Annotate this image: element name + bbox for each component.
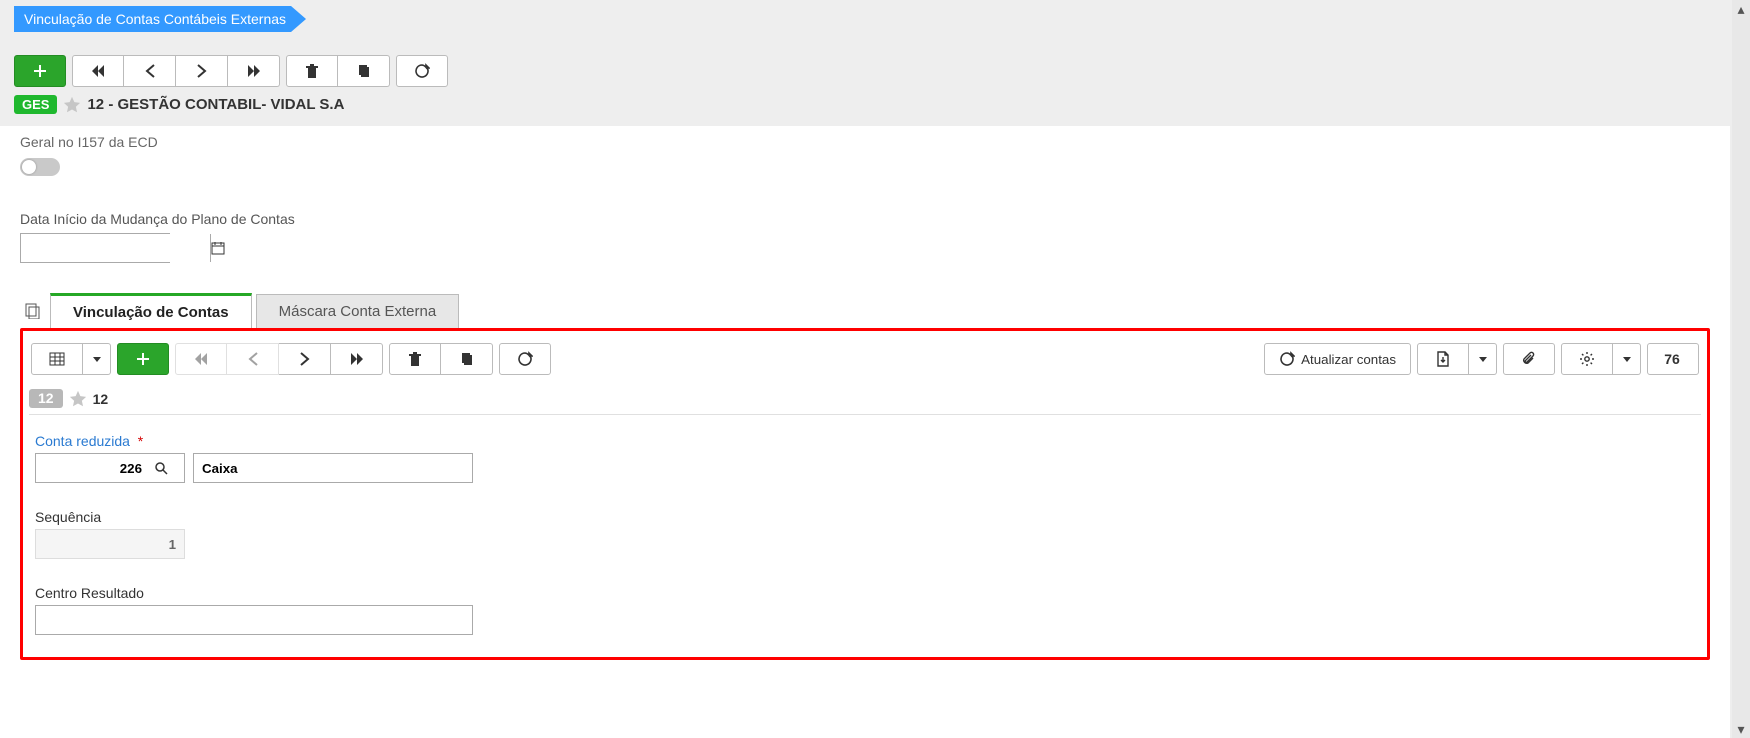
nav-group: [72, 55, 280, 87]
star-icon[interactable]: [63, 96, 81, 114]
last-button[interactable]: [228, 55, 280, 87]
duplicate-tab-icon[interactable]: [20, 298, 46, 324]
tabs: Vinculação de Contas Máscara Conta Exter…: [20, 293, 1710, 329]
double-right-icon: [349, 351, 365, 367]
ecd-label: Geral no I157 da ECD: [20, 134, 1710, 150]
date-label: Data Início da Mudança do Plano de Conta…: [20, 211, 1710, 227]
star-icon[interactable]: [69, 390, 87, 408]
refresh-icon: [517, 351, 533, 367]
prev-button[interactable]: [124, 55, 176, 87]
double-left-icon: [193, 351, 209, 367]
export-icon: [1436, 351, 1450, 367]
chevron-down-icon: [1479, 357, 1487, 362]
detail-refresh-button[interactable]: [499, 343, 551, 375]
scroll-down-icon[interactable]: ▾: [1732, 720, 1750, 738]
detail-next-button[interactable]: [279, 343, 331, 375]
scroll-track[interactable]: [1732, 18, 1750, 720]
next-button[interactable]: [176, 55, 228, 87]
action-group: [286, 55, 390, 87]
conta-code-input[interactable]: [35, 453, 185, 483]
detail-delete-button[interactable]: [389, 343, 441, 375]
trash-icon: [305, 63, 319, 79]
plus-icon: [135, 351, 151, 367]
sequencia-input: [35, 529, 185, 559]
scroll-up-icon[interactable]: ▴: [1732, 0, 1750, 18]
ecd-toggle[interactable]: [20, 158, 60, 176]
plus-icon: [32, 63, 48, 79]
detail-prev-button: [227, 343, 279, 375]
module-tag: GES: [14, 95, 57, 114]
gear-icon: [1579, 351, 1595, 367]
tab-mascara[interactable]: Máscara Conta Externa: [256, 294, 460, 328]
settings-dropdown[interactable]: [1613, 343, 1641, 375]
record-count: 76: [1647, 343, 1699, 375]
grid-view-dropdown[interactable]: [83, 343, 111, 375]
record-header: GES 12 - GESTÃO CONTABIL- VIDAL S.A: [14, 95, 344, 114]
refresh-icon: [1279, 351, 1295, 367]
trash-icon: [408, 351, 422, 367]
attachment-button[interactable]: [1503, 343, 1555, 375]
date-input[interactable]: [20, 233, 170, 263]
double-right-icon: [246, 63, 262, 79]
tab-vinculacao[interactable]: Vinculação de Contas: [50, 293, 252, 329]
centro-label: Centro Resultado: [35, 585, 1695, 601]
chevron-left-icon: [144, 64, 156, 78]
paperclip-icon: [1521, 351, 1537, 367]
chevron-right-icon: [196, 64, 208, 78]
search-icon[interactable]: [146, 461, 176, 475]
update-accounts-button[interactable]: Atualizar contas: [1264, 343, 1411, 375]
copy-icon: [460, 351, 474, 367]
settings-button[interactable]: [1561, 343, 1613, 375]
chevron-left-icon: [247, 352, 259, 366]
update-accounts-label: Atualizar contas: [1301, 352, 1396, 367]
delete-button[interactable]: [286, 55, 338, 87]
detail-add-button[interactable]: [117, 343, 169, 375]
double-left-icon: [90, 63, 106, 79]
date-text[interactable]: [21, 234, 210, 262]
detail-toolbar: Atualizar contas 76: [29, 339, 1701, 379]
record-title: 12 - GESTÃO CONTABIL- VIDAL S.A: [87, 96, 344, 113]
vertical-scrollbar[interactable]: ▴ ▾: [1732, 0, 1750, 738]
conta-code-text[interactable]: [36, 454, 146, 482]
export-dropdown[interactable]: [1469, 343, 1497, 375]
grid-view-button[interactable]: [31, 343, 83, 375]
breadcrumb[interactable]: Vinculação de Contas Contábeis Externas: [14, 6, 306, 32]
conta-field: Conta reduzida *: [35, 433, 1695, 483]
refresh-button[interactable]: [396, 55, 448, 87]
chevron-right-icon: [299, 352, 311, 366]
record-id: 12: [93, 391, 109, 407]
duplicate-button[interactable]: [338, 55, 390, 87]
detail-panel: Atualizar contas 76 12 12 Conta reduzida…: [20, 328, 1710, 660]
add-button[interactable]: [14, 55, 66, 87]
detail-duplicate-button[interactable]: [441, 343, 493, 375]
export-button[interactable]: [1417, 343, 1469, 375]
sequencia-label: Sequência: [35, 509, 1695, 525]
detail-last-button[interactable]: [331, 343, 383, 375]
conta-label: Conta reduzida *: [35, 433, 1695, 449]
detail-record-header: 12 12: [29, 387, 1701, 415]
centro-field: Centro Resultado: [35, 585, 1695, 635]
detail-form: Conta reduzida * Sequência Centro Result…: [29, 415, 1701, 635]
sequencia-field: Sequência: [35, 509, 1695, 559]
table-icon: [49, 352, 65, 366]
top-toolbar: [14, 55, 448, 87]
date-field: Data Início da Mudança do Plano de Conta…: [20, 211, 1710, 263]
calendar-icon[interactable]: [210, 234, 225, 262]
copy-icon: [357, 63, 371, 79]
content-area: Geral no I157 da ECD Data Início da Muda…: [0, 126, 1730, 738]
chevron-down-icon: [1623, 357, 1631, 362]
first-button[interactable]: [72, 55, 124, 87]
chevron-down-icon: [93, 357, 101, 362]
record-badge: 12: [29, 389, 63, 408]
conta-desc-input[interactable]: [193, 453, 473, 483]
detail-first-button: [175, 343, 227, 375]
refresh-icon: [414, 63, 430, 79]
centro-input[interactable]: [35, 605, 473, 635]
